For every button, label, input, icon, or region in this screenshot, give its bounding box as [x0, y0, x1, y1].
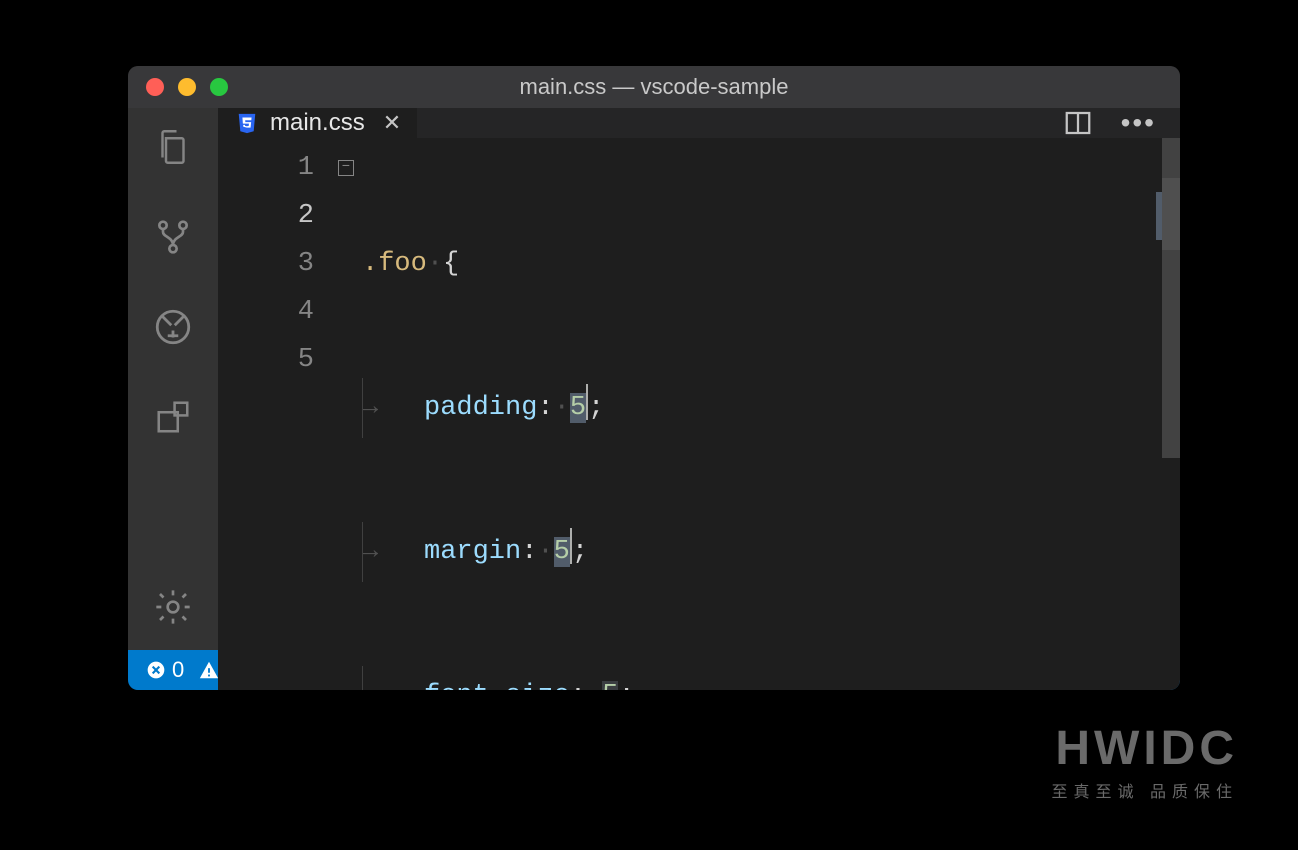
- code-line: →margin:·5;: [362, 528, 1180, 576]
- code-content[interactable]: .foo·{ →padding:·5; →margin:·5; →font-si…: [362, 138, 1180, 690]
- line-number: 5: [218, 336, 314, 384]
- line-number-gutter: 1 2 3 4 5: [218, 138, 338, 690]
- debug-icon[interactable]: [150, 304, 196, 350]
- tab-actions: •••: [1063, 108, 1180, 138]
- vscode-window: main.css — vscode-sample: [128, 66, 1180, 690]
- tab-filename: main.css: [270, 109, 365, 137]
- line-number: 1: [218, 144, 314, 192]
- line-number: 3: [218, 240, 314, 288]
- watermark-tagline: 至真至诚 品质保住: [1052, 778, 1238, 802]
- minimize-window-button[interactable]: [178, 78, 196, 96]
- split-editor-icon[interactable]: [1063, 108, 1093, 138]
- line-number: 2: [218, 192, 314, 240]
- extensions-icon[interactable]: [150, 394, 196, 440]
- code-editor[interactable]: 1 2 3 4 5 − .foo·{ →padding:·5; →margin:…: [218, 138, 1180, 690]
- code-line: →padding:·5;: [362, 384, 1180, 432]
- tab-bar: main.css ✕ •••: [218, 108, 1180, 138]
- more-actions-icon[interactable]: •••: [1121, 109, 1156, 137]
- status-errors[interactable]: 0: [146, 657, 184, 683]
- error-icon: [146, 660, 166, 680]
- overview-ruler-selection: [1156, 192, 1162, 240]
- activity-bar: [128, 108, 218, 650]
- close-tab-icon[interactable]: ✕: [383, 110, 401, 136]
- source-control-icon[interactable]: [150, 214, 196, 260]
- css3-file-icon: [236, 111, 258, 135]
- explorer-icon[interactable]: [150, 124, 196, 170]
- fold-collapse-icon[interactable]: −: [338, 160, 354, 176]
- titlebar: main.css — vscode-sample: [128, 66, 1180, 108]
- traffic-lights: [128, 78, 228, 96]
- watermark-logo: HWIDC: [1052, 721, 1238, 776]
- code-line: →font-size:·5;: [362, 672, 1180, 690]
- line-number: 4: [218, 288, 314, 336]
- close-window-button[interactable]: [146, 78, 164, 96]
- code-line: .foo·{: [362, 240, 1180, 288]
- zoom-window-button[interactable]: [210, 78, 228, 96]
- warning-icon: [198, 659, 220, 681]
- window-title: main.css — vscode-sample: [128, 74, 1180, 100]
- watermark: HWIDC 至真至诚 品质保住: [1052, 721, 1238, 802]
- fold-column: −: [338, 138, 362, 690]
- body-area: main.css ✕ ••• 1 2 3 4 5: [128, 108, 1180, 650]
- tab-main-css[interactable]: main.css ✕: [218, 108, 417, 138]
- scrollbar-thumb[interactable]: [1162, 178, 1180, 250]
- editor-group: main.css ✕ ••• 1 2 3 4 5: [218, 108, 1180, 650]
- settings-gear-icon[interactable]: [150, 584, 196, 630]
